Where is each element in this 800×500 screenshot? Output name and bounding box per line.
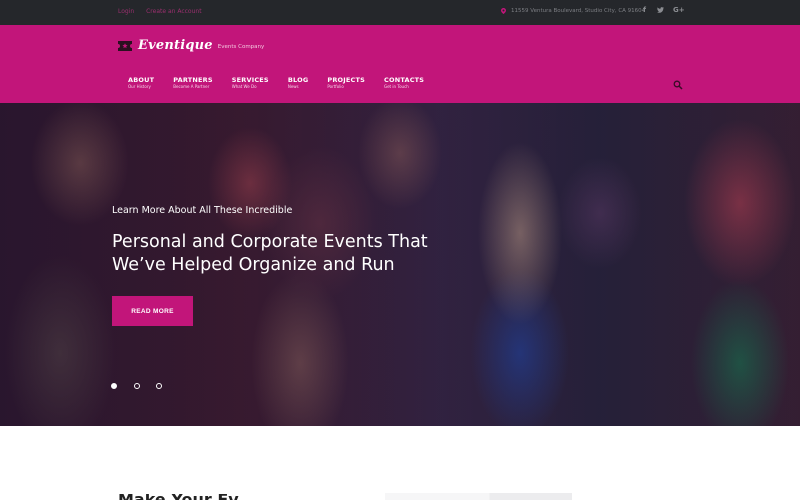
- nav-sublabel: Portfolio: [327, 84, 344, 89]
- slide-dot-1[interactable]: [111, 383, 117, 389]
- hero-kicker: Learn More About All These Incredible: [112, 205, 293, 216]
- search-icon[interactable]: [673, 80, 683, 90]
- slide-dot-3[interactable]: [156, 383, 162, 389]
- address: 11559 Ventura Boulevard, Studio City, CA…: [501, 8, 645, 14]
- facebook-icon[interactable]: f: [643, 6, 646, 14]
- account-links: Login Create an Account: [118, 8, 212, 15]
- read-more-button[interactable]: READ MORE: [112, 296, 193, 326]
- create-account-link[interactable]: Create an Account: [146, 8, 201, 15]
- main-nav: ABOUT Our History PARTNERS Become A Part…: [128, 76, 443, 89]
- nav-sublabel: Our History: [128, 84, 151, 89]
- brand-name: Eventique: [138, 38, 213, 53]
- location-pin-icon: [501, 8, 506, 14]
- nav-item-projects[interactable]: PROJECTS Portfolio: [327, 76, 365, 89]
- twitter-icon[interactable]: [657, 6, 664, 15]
- google-plus-icon[interactable]: G+: [673, 6, 685, 14]
- nav-label: PROJECTS: [327, 76, 365, 84]
- nav-label: BLOG: [287, 76, 309, 84]
- nav-label: ABOUT: [128, 76, 155, 84]
- nav-item-services[interactable]: SERVICES What We Do: [232, 76, 269, 89]
- login-link[interactable]: Login: [118, 8, 134, 15]
- nav-item-blog[interactable]: BLOG News: [288, 76, 309, 89]
- top-bar: Login Create an Account 11559 Ventura Bo…: [0, 0, 800, 25]
- intro-section: Make Your Ev: [0, 426, 800, 500]
- nav-sublabel: News: [287, 84, 299, 89]
- nav-label: CONTACTS: [384, 76, 425, 84]
- site-header: Eventique Events Company ABOUT Our Histo…: [0, 25, 800, 103]
- nav-sublabel: Get in Touch: [384, 84, 409, 89]
- address-text: 11559 Ventura Boulevard, Studio City, CA…: [511, 8, 646, 14]
- hero-content: Learn More About All These Incredible Pe…: [112, 205, 452, 277]
- logo[interactable]: Eventique Events Company: [118, 38, 264, 53]
- nav-item-contacts[interactable]: CONTACTS Get in Touch: [384, 76, 424, 89]
- nav-label: SERVICES: [231, 76, 269, 84]
- slider-pagination: [111, 383, 179, 389]
- nav-label: PARTNERS: [173, 76, 213, 84]
- nav-item-partners[interactable]: PARTNERS Become A Partner: [173, 76, 213, 89]
- hero-slider: Learn More About All These Incredible Pe…: [0, 103, 800, 426]
- nav-sublabel: Become A Partner: [173, 84, 210, 89]
- nav-item-about[interactable]: ABOUT Our History: [128, 76, 154, 89]
- brand-tagline: Events Company: [217, 44, 265, 50]
- slide-dot-2[interactable]: [133, 383, 140, 389]
- hero-title: Personal and Corporate Events That We’ve…: [112, 232, 428, 275]
- nav-sublabel: What We Do: [231, 84, 257, 89]
- ticket-star-icon: [118, 40, 132, 51]
- section-image: [385, 493, 572, 500]
- section-heading: Make Your Ev: [118, 494, 268, 500]
